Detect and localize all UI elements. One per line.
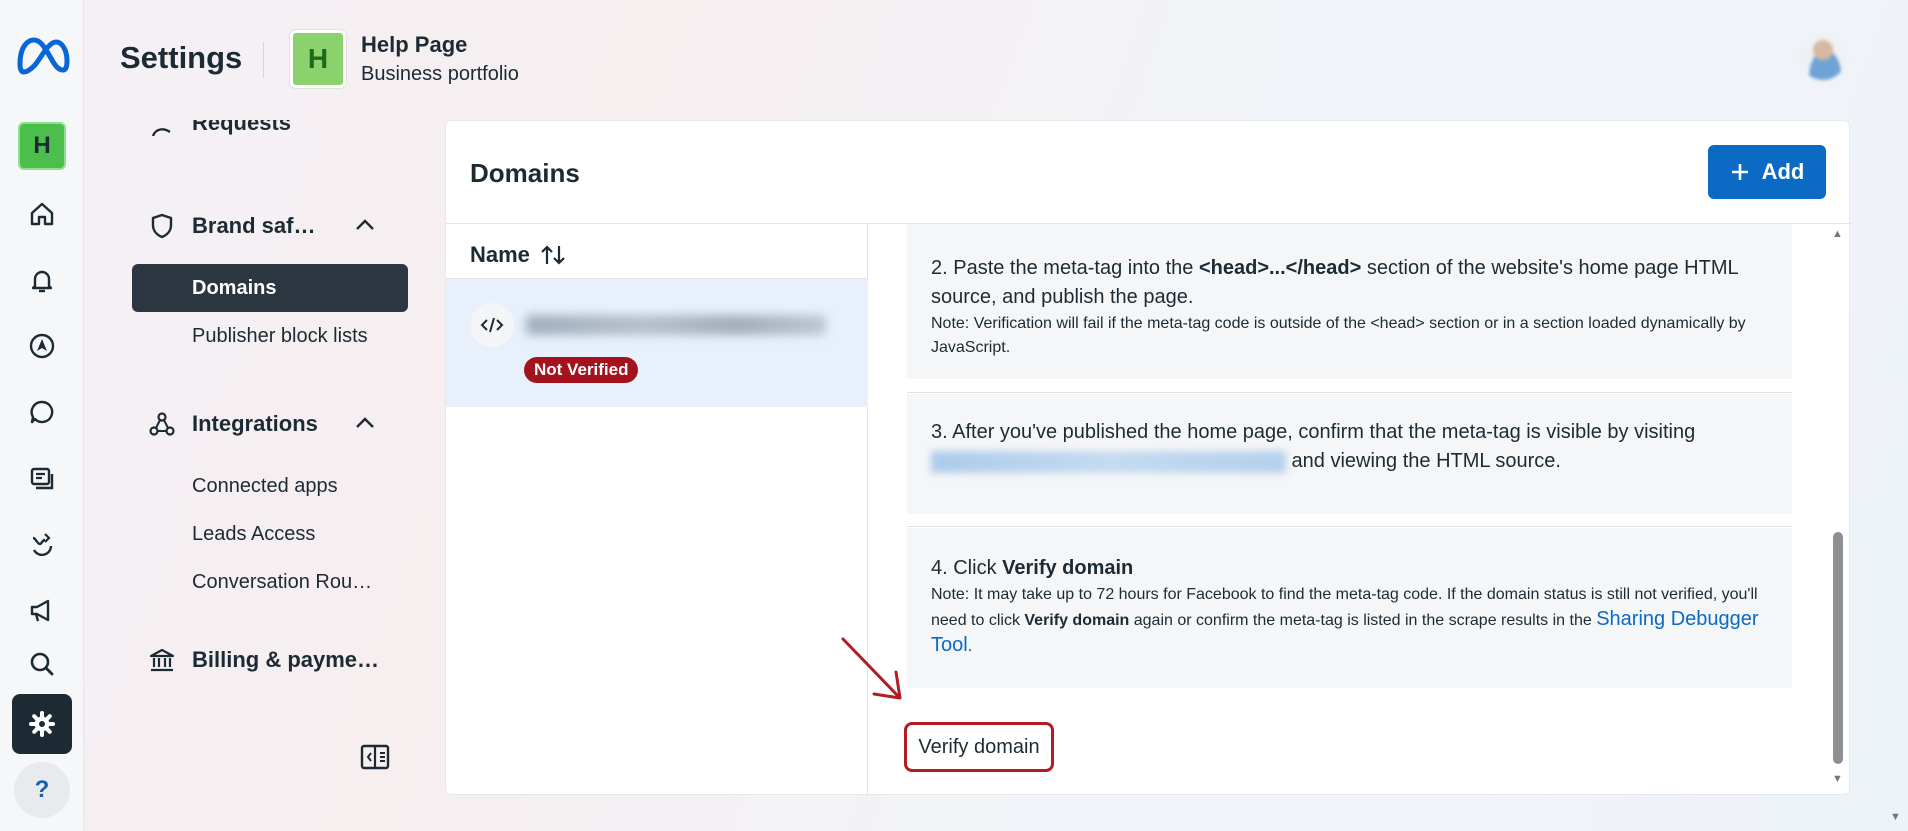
step-divider (907, 526, 1792, 527)
step-3: 3. After you've published the home page,… (907, 394, 1792, 514)
sidenav-requests-clip: Requests (84, 120, 424, 136)
business-portfolio-avatar[interactable]: H (290, 30, 346, 88)
scroll-up-arrow-icon[interactable]: ▲ (1832, 228, 1843, 240)
domain-url-redacted[interactable] (931, 450, 1286, 473)
help-button[interactable]: ? (14, 762, 70, 818)
page-scroll-down-arrow-icon[interactable]: ▼ (1890, 811, 1901, 823)
plus-icon (1731, 164, 1748, 180)
shield-icon (151, 213, 173, 239)
settings-gear-icon[interactable] (12, 694, 72, 754)
profile-avatar[interactable] (1800, 34, 1846, 80)
step-divider (907, 392, 1792, 393)
chevron-up-icon[interactable] (352, 212, 378, 238)
megaphone-ads-icon[interactable] (18, 586, 66, 634)
step-4: 4. Click Verify domain Note: It may take… (907, 528, 1792, 688)
domain-name-redacted (526, 315, 826, 335)
collapse-sidebar-icon[interactable] (360, 744, 390, 770)
business-subtitle: Business portfolio (361, 63, 519, 85)
name-column-header[interactable]: Name (470, 242, 566, 268)
business-name[interactable]: Help Page (361, 32, 467, 58)
verification-steps-pane: 2. Paste the meta-tag into the <head>...… (869, 224, 1851, 796)
sidebar-group-brand-safety[interactable]: Brand saf… (192, 213, 315, 239)
step-3-text: 3. After you've published the home page,… (931, 421, 1696, 473)
messages-bubble-icon[interactable] (18, 388, 66, 436)
detail-scrollbar-thumb[interactable] (1833, 532, 1843, 764)
annotation-arrow-icon (841, 637, 902, 700)
integrations-icon (149, 412, 175, 436)
verify-domain-button[interactable]: Verify domain (904, 722, 1054, 772)
search-icon[interactable] (18, 640, 66, 688)
scroll-down-arrow-icon[interactable]: ▼ (1832, 773, 1843, 785)
step-4-note: Note: It may take up to 72 hours for Fac… (931, 586, 1759, 656)
domain-list: Name Not Verified (446, 224, 868, 796)
sidebar-item-publisher-block-lists[interactable]: Publisher block lists (192, 325, 368, 348)
requests-icon (151, 128, 171, 136)
card-title: Domains (470, 158, 580, 188)
notifications-bell-icon[interactable] (18, 256, 66, 304)
sidebar-item-domains[interactable]: Domains (132, 264, 408, 312)
chevron-up-icon[interactable] (352, 410, 378, 436)
business-avatar[interactable]: H (18, 122, 66, 170)
sidebar-item-requests[interactable]: Requests (192, 120, 291, 136)
page-title: Settings (120, 40, 243, 75)
step-2-note: Note: Verification will fail if the meta… (931, 315, 1746, 356)
insights-icon[interactable] (18, 520, 66, 568)
sidebar-group-billing[interactable]: Billing & payme… (192, 647, 379, 673)
header-divider (263, 42, 264, 78)
step-2: 2. Paste the meta-tag into the <head>...… (907, 224, 1792, 379)
home-icon[interactable] (18, 190, 66, 238)
status-badge: Not Verified (524, 357, 639, 383)
content-pages-icon[interactable] (18, 454, 66, 502)
add-button-label: Add (1761, 159, 1805, 184)
code-icon (470, 303, 514, 347)
step-4-text: 4. Click Verify domain (931, 557, 1134, 579)
sidebar-item-leads-access[interactable]: Leads Access (192, 523, 315, 546)
add-domain-button[interactable]: Add (1708, 145, 1826, 199)
table-row[interactable]: Not Verified (446, 279, 868, 407)
step-2-text: 2. Paste the meta-tag into the <head>...… (931, 257, 1738, 308)
name-column-label: Name (470, 242, 530, 267)
sort-icon[interactable] (540, 244, 566, 266)
sidebar-group-integrations[interactable]: Integrations (192, 411, 318, 437)
navigation-compass-icon[interactable] (18, 322, 66, 370)
left-rail: H ? (0, 0, 84, 831)
sidebar-item-connected-apps[interactable]: Connected apps (192, 475, 338, 498)
sidebar-item-conversation-routing[interactable]: Conversation Rou… (192, 571, 372, 594)
domains-card: Domains Add Name Not Verified 2. Paste t… (445, 120, 1851, 796)
meta-logo-icon[interactable] (14, 34, 70, 78)
bank-billing-icon (149, 648, 175, 672)
